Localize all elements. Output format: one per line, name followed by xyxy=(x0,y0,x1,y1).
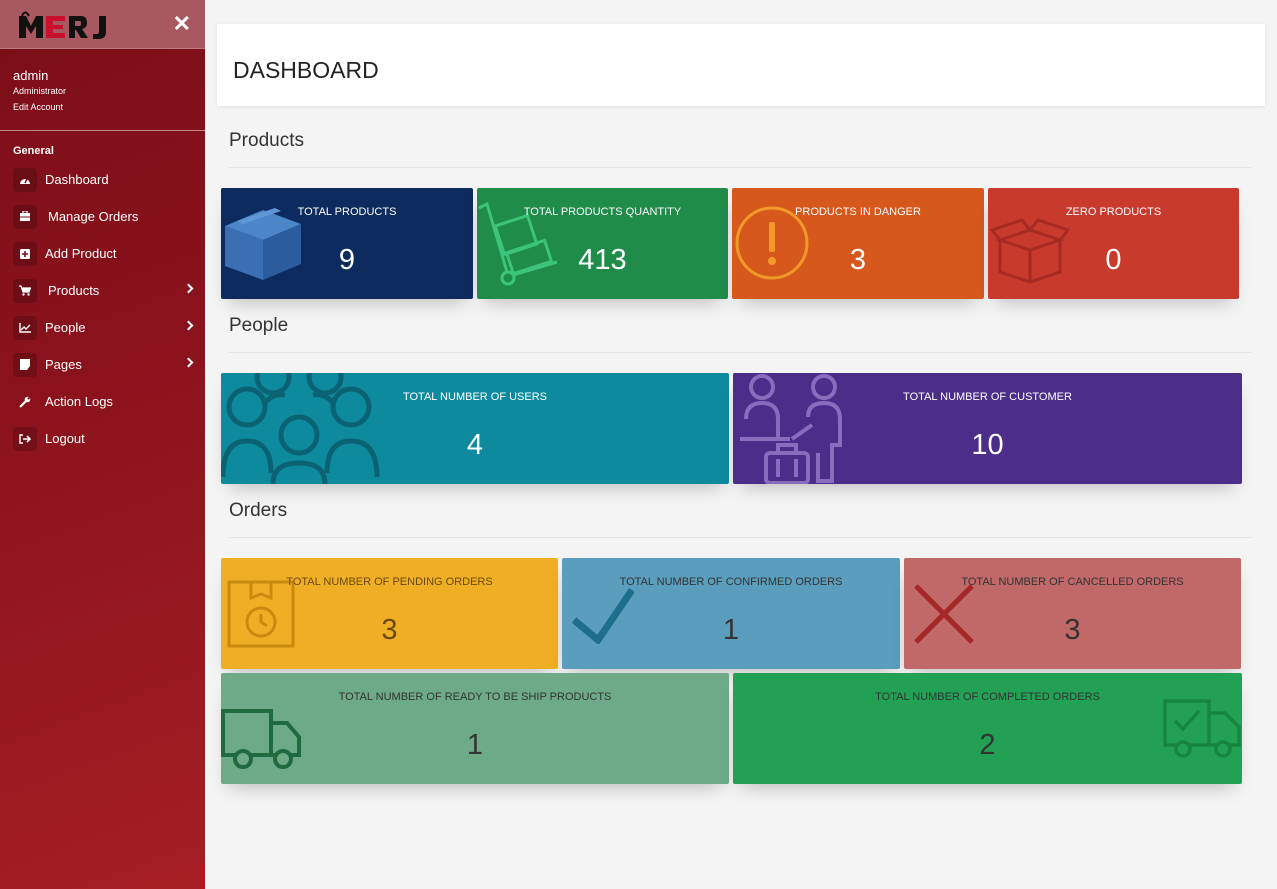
card-value: 4 xyxy=(466,429,484,461)
products-section-title: Products xyxy=(229,130,304,151)
card-title: TOTAL NUMBER OF CONFIRMED ORDERS xyxy=(619,576,843,588)
card-title: ZERO PRODUCTS xyxy=(1065,206,1162,218)
card-total-users[interactable]: TOTAL NUMBER OF USERS 4 xyxy=(221,373,729,484)
card-total-customers[interactable]: TOTAL NUMBER OF CUSTOMER 10 xyxy=(733,373,1242,484)
section-divider xyxy=(229,167,1252,168)
user-name: admin xyxy=(13,68,49,83)
sidebar-item-label: Action Logs xyxy=(45,394,113,409)
card-title: TOTAL NUMBER OF CUSTOMER xyxy=(903,391,1072,403)
card-title: TOTAL PRODUCTS QUANTITY xyxy=(523,206,682,218)
user-panel: admin Administrator Edit Account xyxy=(0,49,205,131)
logout-icon xyxy=(13,426,37,451)
sidebar-item-logout[interactable]: Logout xyxy=(0,420,205,457)
card-products-in-danger[interactable]: PRODUCTS IN DANGER 3 xyxy=(732,188,984,299)
user-role: Administrator xyxy=(13,86,67,96)
card-title: TOTAL NUMBER OF USERS xyxy=(402,391,548,403)
sidebar: ✕ admin Administrator Edit Account Gener… xyxy=(0,0,205,889)
sidebar-nav: Dashboard Manage Orders Add Product Prod… xyxy=(0,161,205,457)
card-zero-products[interactable]: ZERO PRODUCTS 0 xyxy=(988,188,1239,299)
card-value: 3 xyxy=(849,244,867,276)
sidebar-item-label: Logout xyxy=(45,431,85,446)
card-value: 0 xyxy=(1105,244,1122,276)
nav-section-title: General xyxy=(13,145,54,157)
card-ready-to-ship[interactable]: TOTAL NUMBER OF READY TO BE SHIP PRODUCT… xyxy=(221,673,729,784)
card-value: 1 xyxy=(466,729,484,761)
sidebar-item-label: Manage Orders xyxy=(48,209,139,224)
chevron-right-icon xyxy=(183,320,194,331)
brand-bar: ✕ xyxy=(0,0,205,49)
close-sidebar-icon[interactable]: ✕ xyxy=(173,12,191,36)
page-header: DASHBOARD xyxy=(217,24,1265,106)
sidebar-item-label: Add Product xyxy=(45,246,117,261)
orders-icon xyxy=(13,204,37,229)
brand-logo xyxy=(17,8,115,40)
card-title: PRODUCTS IN DANGER xyxy=(795,206,921,218)
card-value: 413 xyxy=(578,244,627,276)
card-completed-orders[interactable]: TOTAL NUMBER OF COMPLETED ORDERS 2 xyxy=(733,673,1242,784)
sidebar-item-action-logs[interactable]: Action Logs xyxy=(0,383,205,420)
plus-square-icon xyxy=(13,241,37,266)
sidebar-item-people[interactable]: People xyxy=(0,309,205,346)
section-divider xyxy=(229,352,1252,353)
card-confirmed-orders[interactable]: TOTAL NUMBER OF CONFIRMED ORDERS 1 xyxy=(562,558,900,669)
sidebar-item-products[interactable]: Products xyxy=(0,272,205,309)
card-title: TOTAL NUMBER OF PENDING ORDERS xyxy=(286,576,493,588)
dashboard-icon xyxy=(13,167,37,192)
card-value: 1 xyxy=(722,614,740,646)
section-divider xyxy=(229,537,1252,538)
card-title: TOTAL NUMBER OF READY TO BE SHIP PRODUCT… xyxy=(338,691,612,703)
sidebar-item-label: Products xyxy=(48,283,100,298)
orders-section-title: Orders xyxy=(229,500,288,521)
edit-account-link[interactable]: Edit Account xyxy=(13,99,192,115)
wrench-icon xyxy=(13,390,37,414)
people-section-title: People xyxy=(229,315,289,336)
card-pending-orders[interactable]: TOTAL NUMBER OF PENDING ORDERS 3 xyxy=(221,558,558,669)
card-value: 3 xyxy=(381,614,398,646)
card-total-products[interactable]: TOTAL PRODUCTS 9 xyxy=(221,188,473,299)
card-title: TOTAL NUMBER OF CANCELLED ORDERS xyxy=(961,576,1184,588)
sidebar-item-pages[interactable]: Pages xyxy=(0,346,205,383)
card-value: 9 xyxy=(338,244,356,276)
card-title: TOTAL PRODUCTS xyxy=(297,206,397,218)
chevron-right-icon xyxy=(183,283,194,294)
card-value: 3 xyxy=(1064,614,1081,646)
sidebar-item-label: People xyxy=(45,320,86,335)
sidebar-item-label: Dashboard xyxy=(45,172,109,187)
chart-icon xyxy=(13,315,37,340)
page-title: DASHBOARD xyxy=(233,57,379,83)
sidebar-item-manage-orders[interactable]: Manage Orders xyxy=(0,198,205,235)
card-value: 2 xyxy=(979,729,996,761)
card-total-products-quantity[interactable]: TOTAL PRODUCTS QUANTITY 413 xyxy=(477,188,728,299)
card-title: TOTAL NUMBER OF COMPLETED ORDERS xyxy=(875,691,1100,703)
page-icon xyxy=(13,352,37,377)
chevron-right-icon xyxy=(183,357,194,368)
card-value: 10 xyxy=(971,429,1004,461)
cart-icon xyxy=(13,278,37,303)
sidebar-item-label: Pages xyxy=(45,357,82,372)
sidebar-item-add-product[interactable]: Add Product xyxy=(0,235,205,272)
sidebar-item-dashboard[interactable]: Dashboard xyxy=(0,161,205,198)
card-cancelled-orders[interactable]: TOTAL NUMBER OF CANCELLED ORDERS 3 xyxy=(904,558,1241,669)
